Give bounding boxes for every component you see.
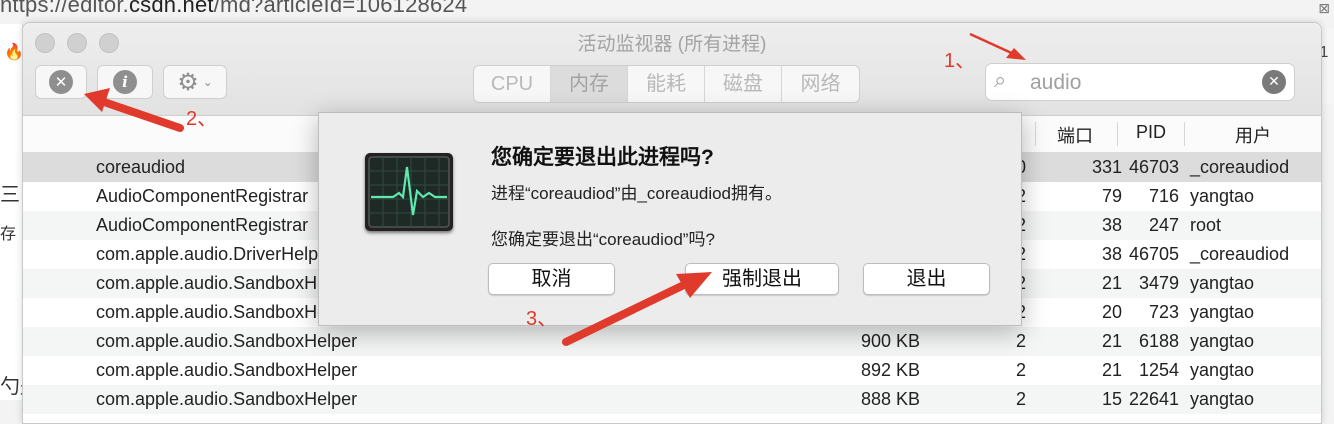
annotation-step-1: 1、 bbox=[944, 50, 976, 72]
annotation-step-3: 3、 bbox=[526, 308, 558, 330]
annotation-step-2: 2、 bbox=[186, 108, 218, 130]
annotation-arrows bbox=[84, 32, 1026, 346]
